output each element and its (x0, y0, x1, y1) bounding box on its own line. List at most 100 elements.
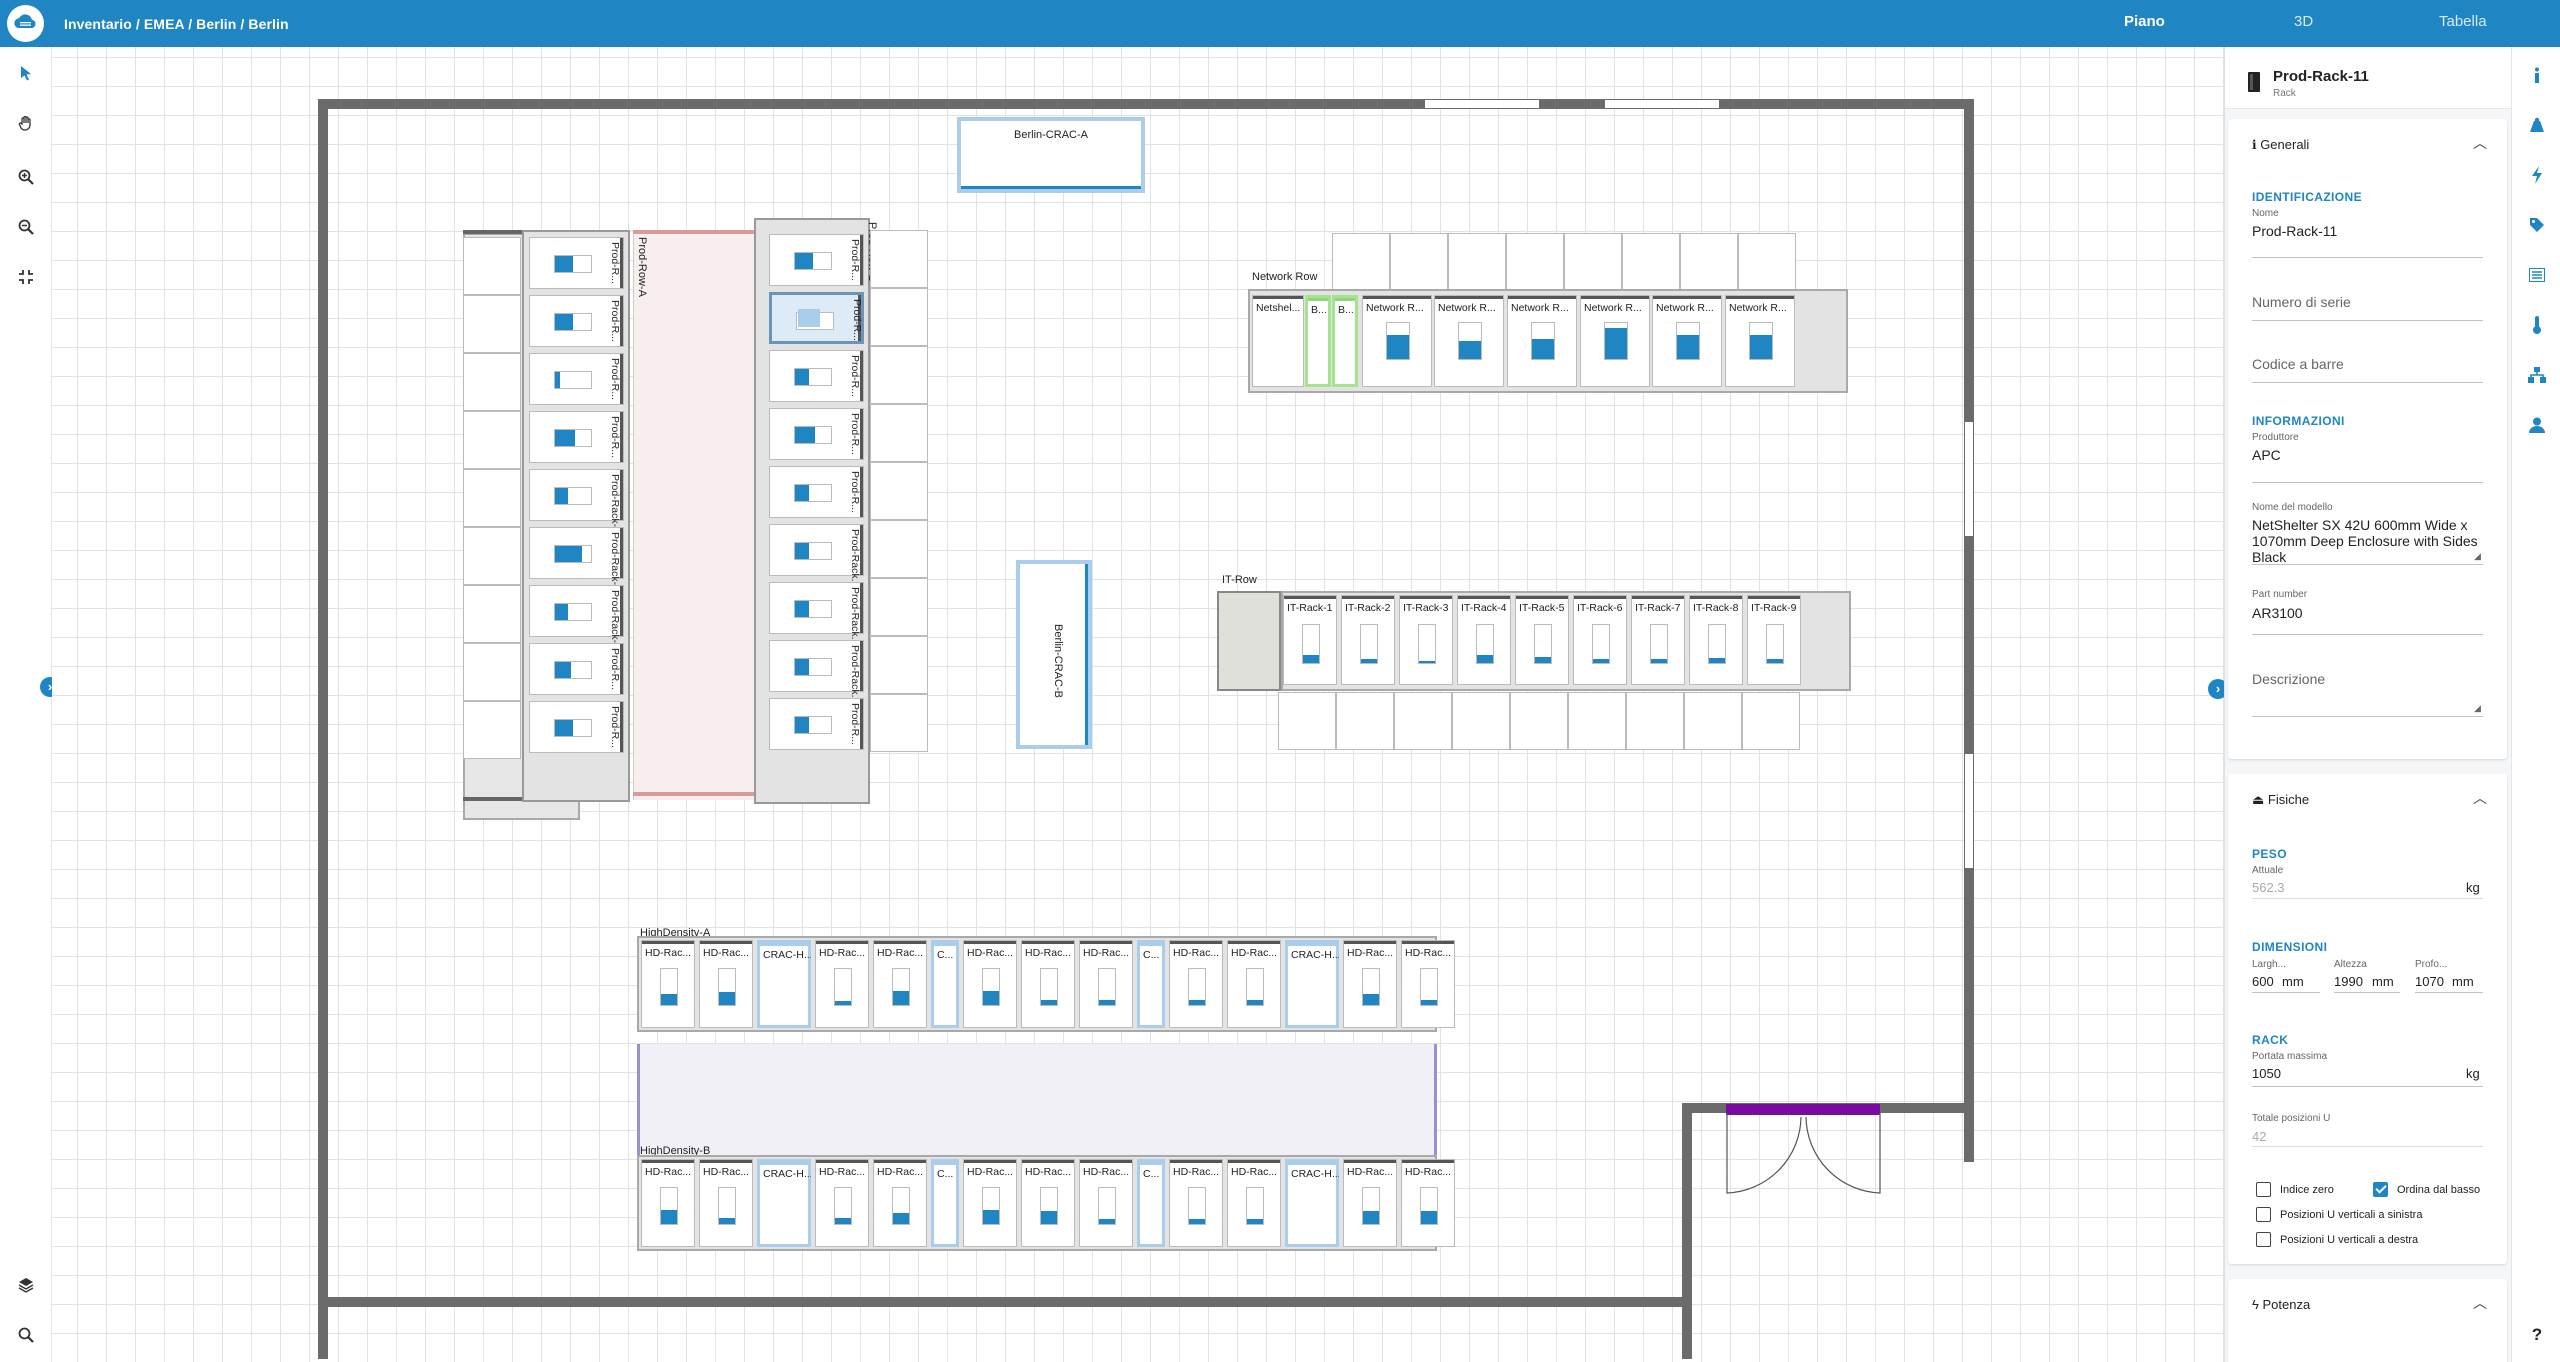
larghezza-field[interactable]: 600 (2252, 974, 2274, 990)
rack[interactable]: HD-Rac... (815, 940, 869, 1028)
empty-slot[interactable] (463, 469, 521, 527)
tab-tabella[interactable]: Tabella (2439, 13, 2487, 30)
pointer-icon[interactable] (14, 61, 38, 85)
empty-slot[interactable] (1626, 692, 1684, 750)
rack[interactable]: HD-Rac... (963, 940, 1017, 1028)
empty-slot[interactable] (1738, 233, 1796, 291)
empty-slot[interactable] (1680, 233, 1738, 291)
empty-slot[interactable] (870, 346, 928, 404)
rack[interactable]: IT-Rack-7 (1631, 595, 1685, 685)
rack[interactable]: HD-Rac... (1021, 1159, 1075, 1247)
rack[interactable]: CRAC-H... (757, 1159, 811, 1247)
rack[interactable]: HD-Rac... (1343, 1159, 1397, 1247)
empty-slot[interactable] (1568, 692, 1626, 750)
empty-slot[interactable] (870, 636, 928, 694)
rack[interactable]: B... (1332, 295, 1358, 387)
rack[interactable]: HD-Rac... (1227, 1159, 1281, 1247)
fisiche-header[interactable]: ⏏ Fisiche (2252, 792, 2309, 808)
rack[interactable]: Network R... (1725, 295, 1795, 387)
empty-slot[interactable] (1394, 692, 1452, 750)
empty-slot[interactable] (463, 411, 521, 469)
nome-field[interactable]: Prod-Rack-11 (2252, 223, 2337, 239)
resize-handle-icon[interactable]: ◢ (2474, 703, 2481, 714)
hand-icon[interactable] (14, 111, 38, 135)
empty-slot[interactable] (1684, 692, 1742, 750)
potenza-header[interactable]: ϟ Potenza (2252, 1297, 2310, 1312)
descrizione-field[interactable]: Descrizione (2252, 671, 2325, 687)
rack[interactable]: HD-Rac... (1343, 940, 1397, 1028)
produttore-field[interactable]: APC (2252, 447, 2281, 463)
rack[interactable]: IT-Rack-6 (1573, 595, 1627, 685)
network-icon[interactable] (2526, 364, 2548, 386)
rack[interactable]: Prod-Rack-6 (529, 527, 624, 591)
profondita-field[interactable]: 1070 (2415, 974, 2444, 990)
rack[interactable]: IT-Rack-8 (1689, 595, 1743, 685)
empty-slot[interactable] (870, 288, 928, 346)
rack[interactable]: C... (931, 1159, 959, 1247)
empty-slot[interactable] (463, 701, 521, 759)
rack[interactable]: HD-Rac... (641, 940, 695, 1028)
rack[interactable]: Netshel... (1252, 295, 1304, 387)
rack[interactable]: C... (1137, 940, 1165, 1028)
user-icon[interactable] (2526, 414, 2548, 436)
empty-slot[interactable] (1742, 692, 1800, 750)
layers-icon[interactable] (14, 1273, 38, 1297)
empty-slot[interactable] (1278, 692, 1336, 750)
barcode-field[interactable]: Codice a barre (2252, 356, 2344, 372)
rack[interactable]: Prod-R... (769, 292, 864, 344)
chevron-up-icon[interactable]: ︿ (2473, 133, 2487, 153)
rack[interactable]: CRAC-H... (1285, 940, 1339, 1028)
rack[interactable]: Prod-Rack... (769, 524, 864, 587)
crac-b-unit[interactable]: Berlin-CRAC-B (1016, 560, 1092, 749)
tab-3d[interactable]: 3D (2294, 13, 2313, 30)
breadcrumb[interactable]: Inventario / EMEA / Berlin / Berlin (64, 16, 289, 32)
rack[interactable]: IT-Rack-4 (1457, 595, 1511, 685)
rack[interactable]: Prod-R... (769, 466, 864, 518)
weight-icon[interactable] (2526, 114, 2548, 136)
rack[interactable]: Prod-Rack... (769, 582, 864, 645)
altezza-field[interactable]: 1990 (2334, 974, 2363, 990)
portata-field[interactable]: 1050 (2252, 1066, 2281, 1082)
partnumber-field[interactable]: AR3100 (2252, 605, 2303, 621)
tag-icon[interactable] (2526, 214, 2548, 236)
rack[interactable]: Network R... (1362, 295, 1432, 387)
chevron-up-icon[interactable]: ︿ (2473, 788, 2487, 808)
empty-slot[interactable] (870, 520, 928, 578)
rack[interactable]: C... (1137, 1159, 1165, 1247)
fit-screen-icon[interactable] (14, 265, 38, 289)
rack[interactable]: Prod-R... (769, 234, 864, 286)
rack[interactable]: Prod-Rack... (769, 640, 864, 703)
rack[interactable]: Network R... (1580, 295, 1650, 387)
empty-slot[interactable] (1506, 233, 1564, 291)
rack[interactable]: Prod-R... (529, 411, 624, 463)
empty-slot[interactable] (870, 694, 928, 752)
empty-slot[interactable] (1564, 233, 1622, 291)
rack[interactable]: IT-Rack-2 (1341, 595, 1395, 685)
ordina-basso-checkbox[interactable] (2373, 1182, 2388, 1197)
pos-sinistra-checkbox[interactable] (2256, 1207, 2271, 1222)
rack[interactable]: Prod-R... (769, 350, 864, 402)
rack[interactable]: Prod-R... (529, 353, 624, 405)
rack[interactable]: CRAC-H... (1285, 1159, 1339, 1247)
empty-slot[interactable] (870, 404, 928, 462)
empty-slot[interactable] (463, 295, 521, 353)
empty-slot[interactable] (463, 237, 521, 295)
rack[interactable]: Prod-R... (769, 408, 864, 460)
floor-plan-canvas[interactable]: Berlin-CRAC-A Berlin-CRAC-B Prod-Row-A Pr… (52, 47, 2224, 1362)
rack[interactable]: HD-Rac... (699, 940, 753, 1028)
rack[interactable]: Prod-R... (529, 701, 624, 753)
crac-a-unit[interactable]: Berlin-CRAC-A (957, 117, 1145, 193)
empty-slot[interactable] (870, 230, 928, 288)
zoom-out-icon[interactable] (14, 215, 38, 239)
power-icon[interactable] (2526, 164, 2548, 186)
empty-slot[interactable] (1510, 692, 1568, 750)
search-icon[interactable] (14, 1323, 38, 1347)
empty-slot[interactable] (870, 578, 928, 636)
pos-destra-checkbox[interactable] (2256, 1232, 2271, 1247)
rack[interactable]: HD-Rac... (1401, 1159, 1455, 1247)
rack[interactable]: Prod-R... (529, 643, 624, 695)
chevron-up-icon[interactable]: ︿ (2473, 1293, 2487, 1313)
rack[interactable]: Prod-R... (529, 237, 624, 289)
rack[interactable]: Prod-Rack-5 (529, 469, 624, 533)
empty-slot[interactable] (1336, 692, 1394, 750)
